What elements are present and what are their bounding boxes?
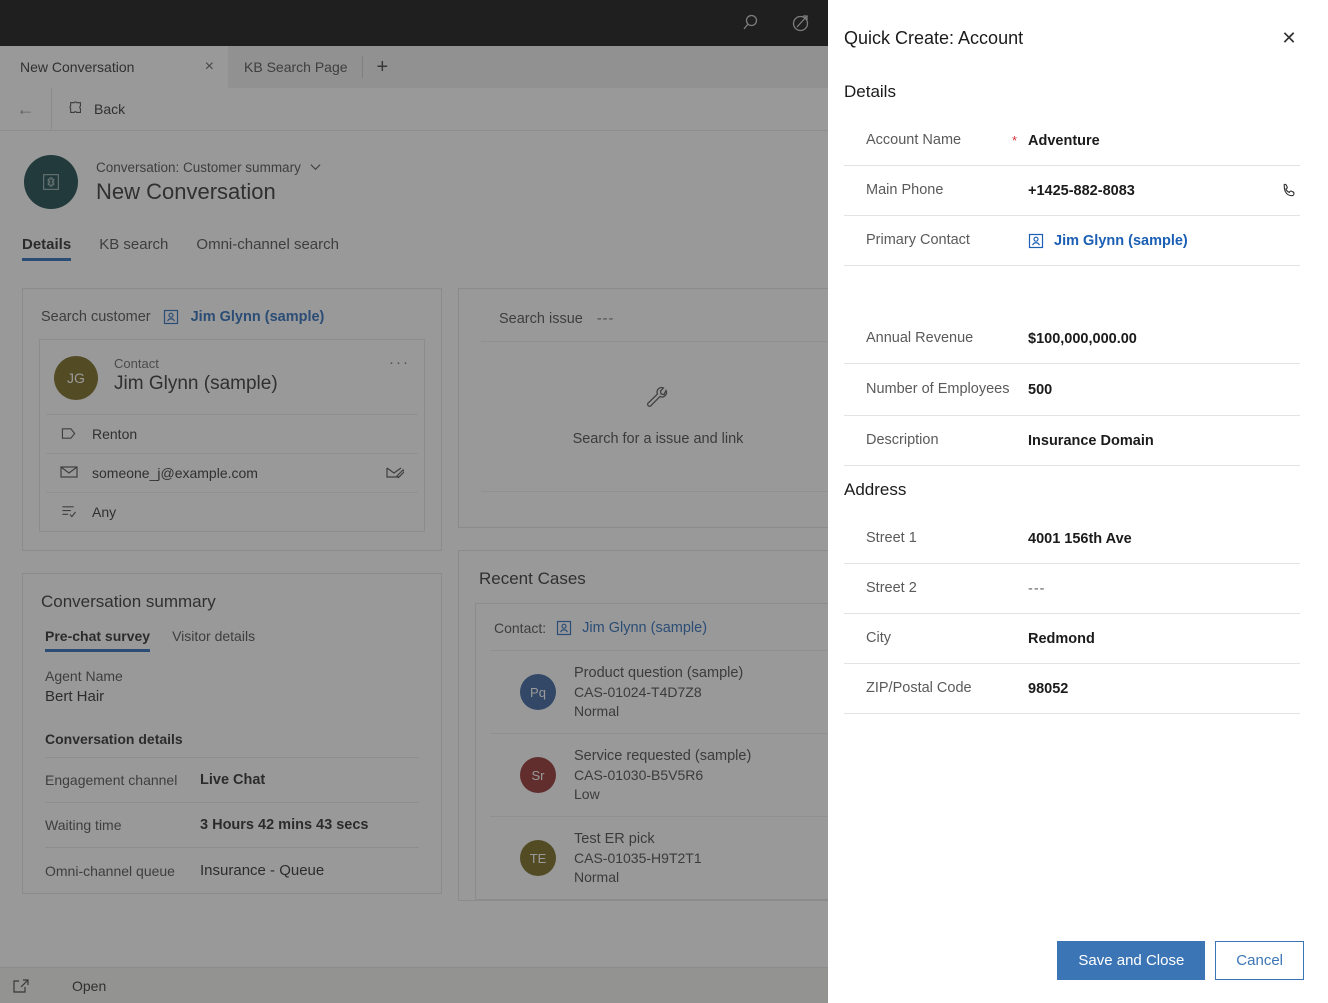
field-label: Street 2 [844, 579, 1012, 599]
field-number-of-employees[interactable]: Number of Employees 500 [844, 364, 1300, 416]
field-label: Annual Revenue [844, 329, 1012, 349]
quick-create-footer: Save and Close Cancel [828, 917, 1328, 1003]
required-indicator: * [1012, 134, 1028, 147]
field-value-container[interactable]: Jim Glynn (sample) [1028, 233, 1278, 249]
field-label: Primary Contact [844, 231, 1012, 251]
quick-create-title: Quick Create: Account [844, 28, 1023, 49]
field-value[interactable]: Jim Glynn (sample) [1054, 233, 1188, 249]
field-label: Number of Employees [844, 380, 1012, 400]
field-value[interactable]: $100,000,000.00 [1028, 331, 1278, 347]
field-value[interactable]: 98052 [1028, 681, 1278, 697]
field-value[interactable]: --- [1028, 581, 1278, 597]
field-value[interactable]: Redmond [1028, 631, 1278, 647]
field-label: Description [844, 431, 1012, 451]
field-account-name[interactable]: Account Name * Adventure [844, 116, 1300, 166]
details-section-title: Details [828, 76, 1324, 116]
field-value[interactable]: Adventure [1028, 133, 1278, 149]
field-value[interactable]: 500 [1028, 382, 1278, 398]
field-zip-postal-code[interactable]: ZIP/Postal Code 98052 [844, 664, 1300, 714]
field-value[interactable]: Insurance Domain [1028, 433, 1278, 449]
field-label: Main Phone [844, 181, 1012, 201]
field-street-2[interactable]: Street 2 --- [844, 564, 1300, 614]
field-city[interactable]: City Redmond [844, 614, 1300, 664]
field-label: Street 1 [844, 529, 1012, 549]
field-annual-revenue[interactable]: Annual Revenue $100,000,000.00 [844, 314, 1300, 364]
quick-create-header: Quick Create: Account ✕ [828, 0, 1328, 76]
quick-create-body: Details Account Name * Adventure Main Ph… [828, 76, 1328, 917]
field-description[interactable]: Description Insurance Domain [844, 416, 1300, 466]
cancel-button[interactable]: Cancel [1215, 941, 1304, 980]
field-value[interactable]: +1425-882-8083 [1028, 183, 1278, 199]
field-blank-spacer [844, 266, 1300, 314]
field-label: City [844, 629, 1012, 649]
field-street-1[interactable]: Street 1 4001 156th Ave [844, 514, 1300, 564]
field-label: ZIP/Postal Code [844, 679, 1012, 699]
save-and-close-button[interactable]: Save and Close [1057, 941, 1205, 980]
field-label: Account Name [844, 131, 1012, 151]
phone-icon[interactable] [1278, 182, 1300, 199]
field-primary-contact[interactable]: Primary Contact Jim Glynn (sample) [844, 216, 1300, 266]
contact-lookup-icon [1028, 233, 1044, 249]
quick-create-panel: Quick Create: Account ✕ Details Account … [828, 0, 1328, 1003]
close-icon[interactable]: ✕ [1274, 23, 1304, 53]
field-value[interactable]: 4001 156th Ave [1028, 531, 1278, 547]
screen: New Conversation × KB Search Page + ← Ba… [0, 0, 1328, 1003]
modal-backdrop[interactable] [0, 0, 828, 1003]
field-main-phone[interactable]: Main Phone +1425-882-8083 [844, 166, 1300, 216]
address-section-title: Address [828, 466, 1324, 514]
